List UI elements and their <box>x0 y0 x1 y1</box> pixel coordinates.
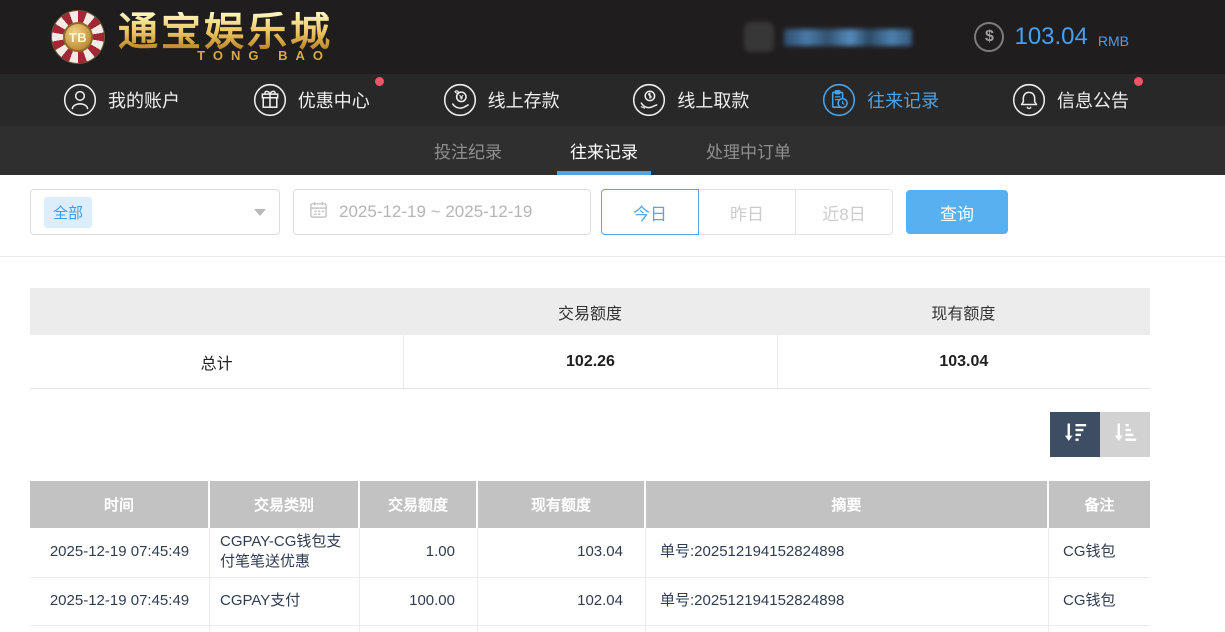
nav-label: 线上取款 <box>677 87 749 113</box>
cell-amount: 1.00 <box>360 528 478 577</box>
summary-current-amount: 103.04 <box>777 335 1150 388</box>
table-row: 2025-12-19 07:45:49 CGPAY支付 100.00 102.0… <box>30 578 1150 626</box>
summary-total-row: 总计 102.26 103.04 <box>30 335 1150 389</box>
table-header-row: 时间 交易类别 交易额度 现有额度 摘要 备注 <box>30 481 1150 528</box>
balance-display[interactable]: $ 103.04 RMB <box>974 22 1129 52</box>
page: TB 通宝娱乐城 TONG BAO $ 103.04 RMB <box>0 0 1225 632</box>
cell-type: CGPAY支付 <box>210 578 360 625</box>
yesterday-button[interactable]: 昨日 <box>698 189 796 235</box>
deposit-icon <box>442 82 478 118</box>
nav-item-announcements[interactable]: 信息公告 <box>1011 82 1129 118</box>
col-header-amount: 交易额度 <box>360 481 478 528</box>
nav-label: 优惠中心 <box>298 87 370 113</box>
sort-ascending-icon <box>1112 419 1139 451</box>
tab-transaction-records[interactable]: 往来记录 <box>567 126 641 175</box>
date-range-value: 2025-12-19 ~ 2025-12-19 <box>339 202 532 222</box>
col-header-summary: 摘要 <box>646 481 1049 528</box>
transactions-table: 时间 交易类别 交易额度 现有额度 摘要 备注 2025-12-19 07:45… <box>30 481 1150 632</box>
brand-text: 通宝娱乐城 TONG BAO <box>118 12 333 63</box>
records-icon <box>821 82 857 118</box>
cell-time: 2025-12-19 07:45:49 <box>30 528 210 577</box>
cell-summary: 单号:202512194152824898 <box>646 528 1049 577</box>
nav-label: 信息公告 <box>1057 87 1129 113</box>
sort-ascending-button[interactable] <box>1100 412 1150 457</box>
date-range-input[interactable]: 2025-12-19 ~ 2025-12-19 <box>293 189 591 235</box>
cell-summary: 单号:202512194152824898 <box>646 578 1049 625</box>
divider <box>0 256 1225 257</box>
table-row: 2025-12-19 07:45:49 CGPAY-CG钱包支付笔笔送优惠 1.… <box>30 528 1150 578</box>
withdraw-icon <box>631 82 667 118</box>
col-header-type: 交易类别 <box>210 481 360 528</box>
sort-descending-button[interactable] <box>1050 412 1100 457</box>
calendar-icon <box>309 200 328 224</box>
tab-label: 往来记录 <box>570 138 638 163</box>
cell-note: CG钱包 <box>1049 528 1150 577</box>
col-header-balance: 现有额度 <box>478 481 646 528</box>
main-nav: 我的账户 优惠中心 <box>0 74 1225 126</box>
type-select[interactable]: 全部 <box>30 189 280 235</box>
summary-header-transaction-amount: 交易额度 <box>403 288 776 335</box>
quick-date-buttons: 今日 昨日 近8日 <box>601 189 893 235</box>
cell-balance: 102.04 <box>478 578 646 625</box>
table-row-partial <box>30 626 1150 632</box>
summary-table: 交易额度 现有额度 总计 102.26 103.04 <box>30 288 1150 389</box>
tab-label: 处理中订单 <box>706 138 791 163</box>
dollar-icon: $ <box>974 22 1004 52</box>
balance-currency: RMB <box>1098 33 1129 49</box>
col-header-note: 备注 <box>1049 481 1150 528</box>
cell-type: CGPAY-CG钱包支付笔笔送优惠 <box>210 528 360 577</box>
filter-row: 全部 2025-12-19 ~ 2025-12-19 今 <box>30 189 1225 235</box>
summary-header-blank <box>30 288 403 335</box>
col-header-time: 时间 <box>30 481 210 528</box>
tab-betting-records[interactable]: 投注纪录 <box>431 126 505 175</box>
nav-item-transaction-records[interactable]: 往来记录 <box>821 82 939 118</box>
brand-logo[interactable]: TB 通宝娱乐城 TONG BAO <box>52 11 333 63</box>
selected-type-tag: 全部 <box>44 197 92 228</box>
nav-item-withdraw[interactable]: 线上取款 <box>631 82 749 118</box>
summary-header-row: 交易额度 现有额度 <box>30 288 1150 335</box>
notification-dot <box>375 77 384 86</box>
top-header: TB 通宝娱乐城 TONG BAO $ 103.04 RMB <box>0 0 1225 74</box>
nav-label: 往来记录 <box>867 87 939 113</box>
summary-transaction-amount: 102.26 <box>403 335 776 388</box>
chevron-down-icon <box>254 209 266 216</box>
poker-chip-icon: TB <box>52 11 104 63</box>
nav-label: 线上存款 <box>488 87 560 113</box>
search-button[interactable]: 查询 <box>906 190 1008 234</box>
nav-item-my-account[interactable]: 我的账户 <box>62 82 180 118</box>
cell-balance: 103.04 <box>478 528 646 577</box>
nav-item-promotions[interactable]: 优惠中心 <box>252 82 370 118</box>
nav-label: 我的账户 <box>108 87 180 113</box>
brand-name-en: TONG BAO <box>197 48 331 63</box>
balance-amount: 103.04 <box>1014 23 1087 51</box>
cell-amount: 100.00 <box>360 578 478 625</box>
cell-time: 2025-12-19 07:45:49 <box>30 578 210 625</box>
chip-monogram: TB <box>63 22 93 52</box>
last-8-days-button[interactable]: 近8日 <box>795 189 893 235</box>
brand-name-cn: 通宝娱乐城 <box>118 12 333 52</box>
sub-nav: 投注纪录 往来记录 处理中订单 <box>0 126 1225 175</box>
user-area[interactable] <box>744 22 912 52</box>
nav-item-deposit[interactable]: 线上存款 <box>442 82 560 118</box>
avatar <box>744 22 774 52</box>
today-button[interactable]: 今日 <box>601 189 699 235</box>
summary-total-label: 总计 <box>30 335 403 388</box>
summary-header-current-amount: 现有额度 <box>777 288 1150 335</box>
username-redacted <box>784 29 912 46</box>
bell-icon <box>1011 82 1047 118</box>
sort-controls <box>0 412 1150 457</box>
user-icon <box>62 82 98 118</box>
notification-dot <box>1134 77 1143 86</box>
tab-label: 投注纪录 <box>434 138 502 163</box>
gift-icon <box>252 82 288 118</box>
sort-descending-icon <box>1062 419 1089 451</box>
tab-pending-orders[interactable]: 处理中订单 <box>703 126 794 175</box>
cell-note: CG钱包 <box>1049 578 1150 625</box>
